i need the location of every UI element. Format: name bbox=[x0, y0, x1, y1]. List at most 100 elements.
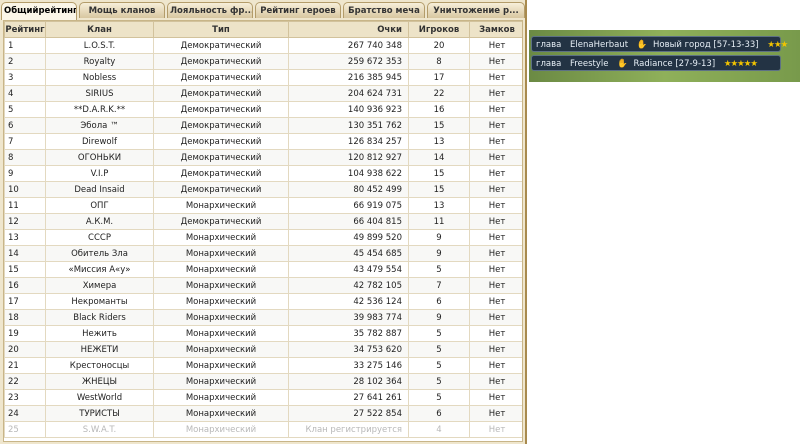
table-row[interactable]: 24 ТУРИСТЫ Монархический 27 522 854 6 Нет bbox=[4, 405, 522, 422]
table-row[interactable]: 23 WestWorld Монархический 27 641 261 5 Нет bbox=[4, 389, 522, 406]
points-cell: 49 899 520 bbox=[288, 229, 409, 246]
points-cell: 27 522 854 bbox=[288, 405, 409, 422]
table-row[interactable]: 5 **D.A.R.K.** Демократический 140 936 923 1… bbox=[4, 101, 522, 118]
table-row[interactable]: 13 СССР Монархический 49 899 520 9 Нет bbox=[4, 229, 522, 246]
players-cell: 6 bbox=[408, 405, 470, 422]
tab-clan-power[interactable]: Мощь кланов bbox=[79, 2, 165, 18]
clan-list-row[interactable]: глава Freestyle ✋ Radiance [27-9-13] ★★★… bbox=[531, 55, 781, 71]
clan-name-cell[interactable]: А.К.М. bbox=[45, 213, 154, 230]
players-cell: 15 bbox=[408, 117, 470, 134]
column-header-castles[interactable]: Замков bbox=[469, 21, 522, 38]
table-row[interactable]: 10 Dead Insaid Демократический 80 452 499 15… bbox=[4, 181, 522, 198]
table-row[interactable]: 21 Крестоносцы Монархический 33 275 146 5 Нет bbox=[4, 357, 522, 374]
clan-name-cell[interactable]: S.W.A.T. bbox=[45, 421, 154, 438]
table-row[interactable]: 4 SIRIUS Демократический 204 624 731 22 Нет bbox=[4, 85, 522, 102]
clan-name-cell[interactable]: ОПГ bbox=[45, 197, 154, 214]
player-name[interactable]: ElenaHerbaut bbox=[570, 40, 628, 50]
rank-cell: 14 bbox=[4, 245, 46, 262]
clan-name-cell[interactable]: **D.A.R.K.** bbox=[45, 101, 154, 118]
clan-type-cell: Монархический bbox=[153, 293, 289, 310]
points-cell: 216 385 945 bbox=[288, 69, 409, 86]
table-row[interactable]: 25 S.W.A.T. Монархический Клан регистрирует… bbox=[4, 421, 522, 438]
rank-cell: 16 bbox=[4, 277, 46, 294]
clan-name-cell[interactable]: Обитель Зла bbox=[45, 245, 154, 262]
players-cell: 5 bbox=[408, 373, 470, 390]
rank-cell: 22 bbox=[4, 373, 46, 390]
castles-cell: Нет bbox=[469, 213, 522, 230]
table-row[interactable]: 1 L.O.S.T. Демократический 267 740 348 20 Нет bbox=[4, 37, 522, 54]
clan-type-cell: Демократический bbox=[153, 37, 289, 54]
hand-icon: ✋ bbox=[617, 59, 628, 69]
clan-name-cell[interactable]: ТУРИСТЫ bbox=[45, 405, 154, 422]
clan-name-cell[interactable]: Black Riders bbox=[45, 309, 154, 326]
table-row[interactable]: 12 А.К.М. Демократический 66 404 815 11 Нет bbox=[4, 213, 522, 230]
players-cell: 9 bbox=[408, 245, 470, 262]
table-row[interactable]: 3 Nobless Демократический 216 385 945 17 Нет bbox=[4, 69, 522, 86]
clan-name-cell[interactable]: Эбола ™ bbox=[45, 117, 154, 134]
rating-tabs: Общийрейтинг ... Мощь кланов Лояльность … bbox=[1, 2, 527, 20]
table-row[interactable]: 7 Direwolf Демократический 126 834 257 13 Нет bbox=[4, 133, 522, 150]
clan-name-cell[interactable]: WestWorld bbox=[45, 389, 154, 406]
clan-name-cell[interactable]: Royalty bbox=[45, 53, 154, 70]
tab-sword-brotherhood[interactable]: Братство меча bbox=[343, 2, 425, 18]
points-cell: 27 641 261 bbox=[288, 389, 409, 406]
table-row[interactable]: 6 Эбола ™ Демократический 130 351 762 15 Нет bbox=[4, 117, 522, 134]
clan-name-cell[interactable]: V.I.P bbox=[45, 165, 154, 182]
castles-cell: Нет bbox=[469, 85, 522, 102]
players-cell: 8 bbox=[408, 53, 470, 70]
column-header-type[interactable]: Тип bbox=[153, 21, 289, 38]
castles-cell: Нет bbox=[469, 117, 522, 134]
clan-list-row[interactable]: глава ElenaHerbaut ✋ Новый город [57-13-… bbox=[531, 36, 788, 52]
clan-name-cell[interactable]: ОГОНЬКИ bbox=[45, 149, 154, 166]
points-cell: 140 936 923 bbox=[288, 101, 409, 118]
table-row[interactable]: 11 ОПГ Монархический 66 919 075 13 Нет bbox=[4, 197, 522, 214]
column-header-players[interactable]: Игроков bbox=[408, 21, 470, 38]
table-row[interactable]: 16 Химера Монархический 42 782 105 7 Нет bbox=[4, 277, 522, 294]
tab-general-rating[interactable]: Общийрейтинг ... bbox=[1, 2, 77, 20]
table-row[interactable]: 2 Royalty Демократический 259 672 353 8 Нет bbox=[4, 53, 522, 70]
castles-cell: Нет bbox=[469, 229, 522, 246]
clan-name-cell[interactable]: Нежить bbox=[45, 325, 154, 342]
clan-name-cell[interactable]: Direwolf bbox=[45, 133, 154, 150]
clan-name-cell[interactable]: L.O.S.T. bbox=[45, 37, 154, 54]
table-row[interactable]: 8 ОГОНЬКИ Демократический 120 812 927 14 Нет bbox=[4, 149, 522, 166]
table-row[interactable]: 20 НЕЖЕТИ Монархический 34 753 620 5 Нет bbox=[4, 341, 522, 358]
players-cell: 15 bbox=[408, 165, 470, 182]
rank-cell: 8 bbox=[4, 149, 46, 166]
table-row[interactable]: 18 Black Riders Монархический 39 983 774 9 Не… bbox=[4, 309, 522, 326]
points-cell: 35 782 887 bbox=[288, 325, 409, 342]
column-header-clan[interactable]: Клан bbox=[45, 21, 154, 38]
table-row[interactable]: 15 «Миссия А«у» Монархический 43 479 554 5 Не… bbox=[4, 261, 522, 278]
clan-name[interactable]: Radiance [27-9-13] bbox=[633, 59, 715, 69]
column-header-points[interactable]: Очки bbox=[288, 21, 409, 38]
points-cell: 66 404 815 bbox=[288, 213, 409, 230]
table-row[interactable]: 9 V.I.P Демократический 104 938 622 15 Нет bbox=[4, 165, 522, 182]
tab-destruction[interactable]: Уничтожение р... bbox=[427, 2, 525, 18]
clan-name-cell[interactable]: Крестоносцы bbox=[45, 357, 154, 374]
clan-name-cell[interactable]: Dead Insaid bbox=[45, 181, 154, 198]
clan-name-cell[interactable]: Некроманты bbox=[45, 293, 154, 310]
clan-name-cell[interactable]: «Миссия А«у» bbox=[45, 261, 154, 278]
tab-loyalty[interactable]: Лояльность фр... bbox=[167, 2, 253, 18]
player-name[interactable]: Freestyle bbox=[570, 59, 608, 69]
clan-name[interactable]: Новый город [57-13-33] bbox=[653, 40, 759, 50]
clan-name-cell[interactable]: СССР bbox=[45, 229, 154, 246]
rank-cell: 15 bbox=[4, 261, 46, 278]
players-cell: 5 bbox=[408, 261, 470, 278]
column-header-rank[interactable]: Рейтинг bbox=[4, 21, 46, 38]
points-cell: 42 536 124 bbox=[288, 293, 409, 310]
table-row[interactable]: 17 Некроманты Монархический 42 536 124 6 Нет bbox=[4, 293, 522, 310]
clan-type-cell: Монархический bbox=[153, 261, 289, 278]
table-row[interactable]: 22 ЖНЕЦЫ Монархический 28 102 364 5 Нет bbox=[4, 373, 522, 390]
table-row[interactable]: 19 Нежить Монархический 35 782 887 5 Нет bbox=[4, 325, 522, 342]
clan-type-cell: Монархический bbox=[153, 373, 289, 390]
clan-name-cell[interactable]: SIRIUS bbox=[45, 85, 154, 102]
clan-name-cell[interactable]: НЕЖЕТИ bbox=[45, 341, 154, 358]
clan-name-cell[interactable]: ЖНЕЦЫ bbox=[45, 373, 154, 390]
tab-hero-rating[interactable]: Рейтинг героев bbox=[255, 2, 341, 18]
clan-type-cell: Монархический bbox=[153, 245, 289, 262]
castles-cell: Нет bbox=[469, 53, 522, 70]
clan-name-cell[interactable]: Nobless bbox=[45, 69, 154, 86]
table-row[interactable]: 14 Обитель Зла Монархический 45 454 685 9 Нет bbox=[4, 245, 522, 262]
clan-name-cell[interactable]: Химера bbox=[45, 277, 154, 294]
